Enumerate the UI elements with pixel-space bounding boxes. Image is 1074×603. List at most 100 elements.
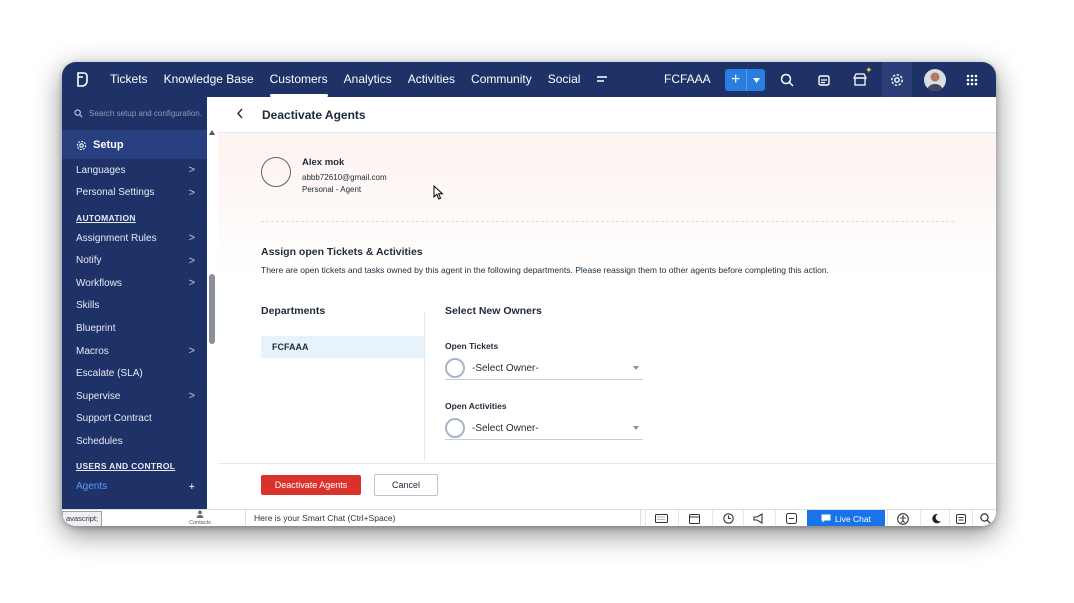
status-tooltip: avascript; [62,511,103,526]
notes-icon[interactable] [949,510,972,526]
agent-role: Personal - Agent [302,185,362,194]
agent-email: abbb72610@gmail.com [302,173,387,182]
top-navigation-bar: Tickets Knowledge Base Customers Analyti… [62,62,996,97]
nav-tickets[interactable]: Tickets [102,62,156,97]
sidebar-item-assignment-rules[interactable]: Assignment Rules > [62,227,207,250]
open-tickets-owner-select[interactable]: -Select Owner- [445,357,643,380]
search-icon [74,109,83,118]
setup-label: Setup [93,139,124,151]
chevron-right-icon: > [188,254,195,267]
sidebar-item-supervise[interactable]: Supervise > [62,385,207,408]
sidebar-item-notify[interactable]: Notify > [62,249,207,272]
chevron-right-icon: > [188,277,195,290]
open-tickets-owner-value: -Select Owner- [472,362,539,374]
plus-icon[interactable]: + [725,69,746,91]
agent-avatar [261,157,291,187]
back-arrow-icon[interactable] [218,107,262,122]
chevron-right-icon: > [188,232,195,245]
owner-avatar-icon [445,418,465,438]
divider [261,221,954,222]
sidebar-item-personal-settings[interactable]: Personal Settings > [62,182,207,205]
main-panel: Deactivate Agents Alex mok abbb72610@gma… [218,97,996,510]
deactivate-content: Alex mok abbb72610@gmail.com Personal - … [218,133,996,463]
sidebar-section-users-and-control: USERS AND CONTROL [76,461,176,472]
plus-icon[interactable]: + [189,481,195,493]
page-title: Deactivate Agents [262,107,366,122]
scrollbar-thumb[interactable] [209,274,215,344]
calendar-icon[interactable] [678,510,709,526]
contacts-shortcut[interactable]: Contacts [187,510,213,526]
open-activities-label: Open Activities [445,401,507,411]
accessibility-icon[interactable] [887,510,918,526]
chevron-right-icon: > [188,164,195,177]
sidebar-item-blueprint[interactable]: Blueprint [62,317,207,340]
sidebar-item-agents[interactable]: Agents + [62,475,207,498]
clock-icon[interactable] [712,510,743,526]
scroll-up-arrow-icon[interactable] [209,130,215,135]
sidebar-item-workflows[interactable]: Workflows > [62,272,207,295]
smart-chat-input[interactable]: Here is your Smart Chat (Ctrl+Space) [245,510,641,526]
chevron-right-icon: > [188,345,195,358]
contact-icon [196,510,204,518]
nav-social[interactable]: Social [540,62,589,97]
assign-heading: Assign open Tickets & Activities [261,246,423,258]
open-activities-owner-select[interactable]: -Select Owner- [445,417,643,440]
nav-customers[interactable]: Customers [262,62,336,97]
setup-sidebar: Search setup and configuration. Setup La… [62,97,218,509]
new-item-button[interactable]: + [725,69,765,91]
chat-history-icon[interactable] [775,510,806,526]
chat-bubble-icon [821,514,831,523]
setup-heading[interactable]: Setup [62,131,218,159]
megaphone-icon[interactable] [743,510,774,526]
app-window: Tickets Knowledge Base Customers Analyti… [62,62,996,526]
sidebar-section-automation: AUTOMATION [76,212,136,223]
action-footer: Deactivate Agents Cancel [218,463,996,510]
contacts-label: Contacts [189,520,211,526]
page-header: Deactivate Agents [218,97,996,133]
nav-analytics[interactable]: Analytics [336,62,400,97]
keyboard-icon[interactable] [645,510,676,526]
sidebar-item-macros[interactable]: Macros > [62,340,207,363]
nav-knowledge-base[interactable]: Knowledge Base [156,62,262,97]
owner-avatar-icon [445,358,465,378]
cancel-button[interactable]: Cancel [374,474,438,496]
user-avatar[interactable] [924,69,946,91]
open-activities-owner-value: -Select Owner- [472,422,539,434]
search-icon[interactable] [772,62,802,97]
chevron-right-icon: > [188,186,195,199]
departments-heading: Departments [261,305,326,317]
sidebar-item-skills[interactable]: Skills [62,295,207,318]
sidebar-item-escalate-sla[interactable]: Escalate (SLA) [62,362,207,385]
gear-icon [76,140,87,150]
sidebar-item-schedules[interactable]: Schedules [62,430,207,453]
open-tickets-label: Open Tickets [445,341,499,351]
live-chat-button[interactable]: Live Chat [807,510,885,526]
gear-icon[interactable] [882,62,912,97]
deactivate-agents-button[interactable]: Deactivate Agents [261,475,361,495]
assign-description: There are open tickets and tasks owned b… [261,265,829,275]
marketplace-icon[interactable]: ✦ [845,62,875,97]
select-owners-heading: Select New Owners [445,305,542,317]
column-divider [424,311,425,461]
agent-name: Alex mok [302,157,345,168]
sidebar-list: Languages > Personal Settings > AUTOMATION… [62,159,207,498]
search-placeholder: Search setup and configuration. [89,109,202,118]
more-menu-icon[interactable] [588,62,616,97]
sidebar-item-support-contract[interactable]: Support Contract [62,408,207,431]
apps-grid-icon[interactable] [957,62,987,97]
sidebar-item-languages[interactable]: Languages > [62,159,207,182]
chevron-down-icon[interactable] [746,69,765,91]
live-chat-label: Live Chat [835,513,871,524]
nav-activities[interactable]: Activities [400,62,463,97]
org-name[interactable]: FCFAAA [664,62,711,97]
department-item[interactable]: FCFAAA [261,336,424,358]
desk-logo-icon[interactable] [62,62,102,97]
dark-mode-icon[interactable] [920,510,951,526]
setup-search-input[interactable]: Search setup and configuration. [62,97,207,131]
nav-community[interactable]: Community [463,62,540,97]
notification-icon[interactable] [809,62,839,97]
main-nav: Tickets Knowledge Base Customers Analyti… [102,62,616,97]
bottom-bar: avascript; Contacts Here is your Smart C… [62,509,996,526]
sidebar-scrollbar[interactable] [207,124,218,509]
search-icon[interactable] [972,510,996,526]
